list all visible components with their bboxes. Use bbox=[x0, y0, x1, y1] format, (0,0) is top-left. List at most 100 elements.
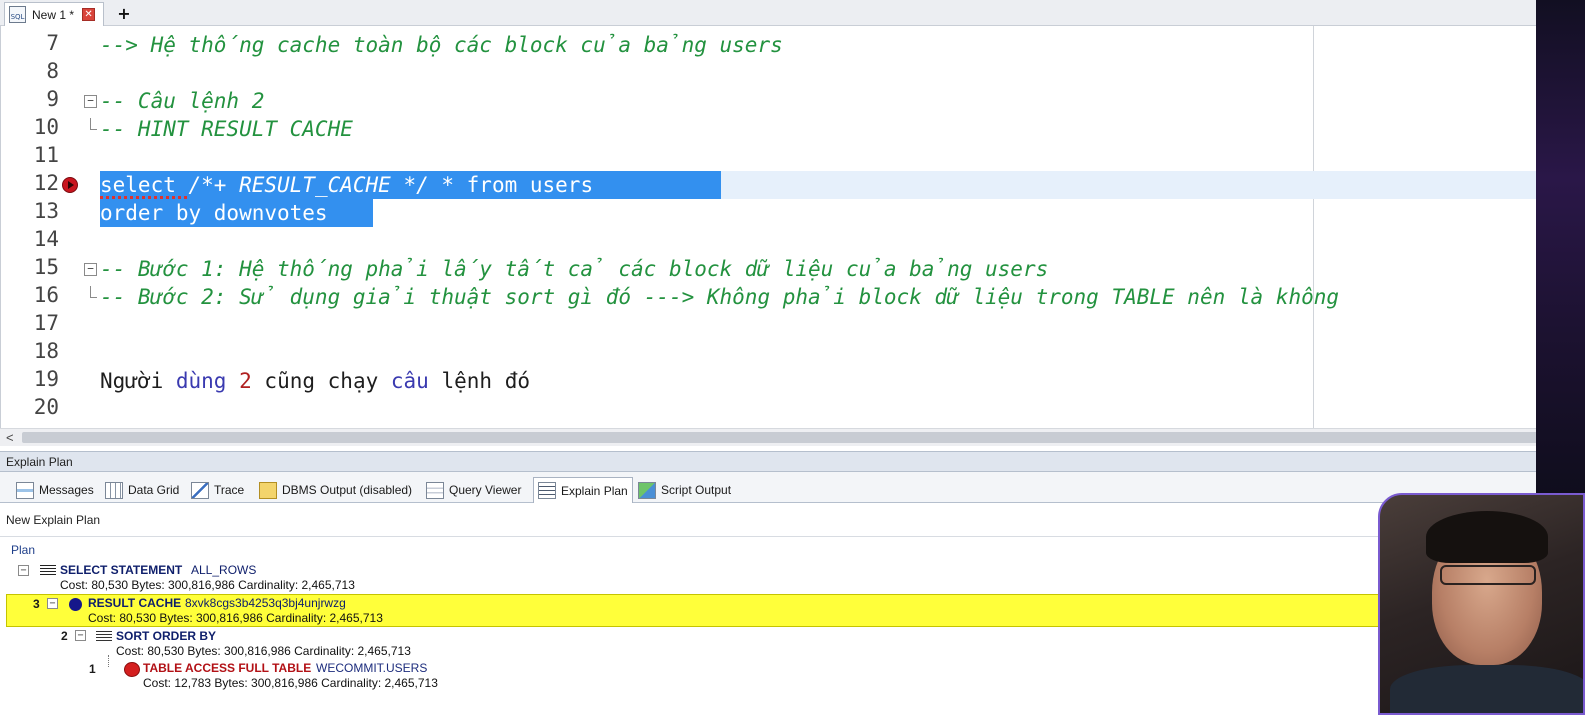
code-line: order by downvotes bbox=[100, 201, 328, 225]
line-number: 18 bbox=[33, 339, 59, 363]
tab-messages[interactable]: Messages bbox=[12, 477, 98, 503]
breakpoint-icon[interactable] bbox=[62, 177, 78, 193]
plan-operation: RESULT CACHE bbox=[88, 596, 182, 610]
sql-text: * from users bbox=[428, 173, 594, 197]
tab-label: Query Viewer bbox=[449, 483, 522, 497]
query-viewer-icon bbox=[426, 481, 444, 499]
code-line: --> Hệ thống cache toàn bộ các block của… bbox=[100, 33, 783, 57]
plan-object: 8xvk8cgs3b4253q3bj4unjrwzg bbox=[185, 596, 346, 610]
presenter-shirt bbox=[1390, 665, 1583, 713]
tab-script-output[interactable]: Script Output bbox=[634, 477, 735, 503]
line-number: 19 bbox=[33, 367, 59, 391]
code-number: 2 bbox=[239, 369, 252, 393]
script-output-icon bbox=[638, 481, 656, 499]
right-margin-guide bbox=[1313, 26, 1314, 428]
line-number: 13 bbox=[33, 199, 59, 223]
plan-stats: Cost: 12,783 Bytes: 300,816,986 Cardinal… bbox=[143, 676, 438, 690]
sql-hint-comment: /*+ RESULT_CACHE */ bbox=[188, 173, 429, 197]
code-word: cũng bbox=[264, 369, 315, 393]
data-grid-icon bbox=[105, 481, 123, 499]
messages-icon bbox=[16, 481, 34, 499]
plan-stats: Cost: 80,530 Bytes: 300,816,986 Cardinal… bbox=[116, 644, 411, 658]
line-number: 8 bbox=[46, 59, 59, 83]
plan-object: ALL_ROWS bbox=[191, 563, 257, 577]
tab-dbms-output[interactable]: DBMS Output (disabled) bbox=[255, 477, 416, 503]
fold-end-marker bbox=[90, 118, 97, 130]
document-tab[interactable]: SQL New 1 * ✕ bbox=[4, 2, 104, 26]
result-tabs: Messages Data Grid Trace DBMS Output (di… bbox=[0, 472, 1554, 503]
presenter-glasses bbox=[1440, 565, 1536, 585]
plan-step-number: 2 bbox=[61, 629, 68, 643]
tab-data-grid[interactable]: Data Grid bbox=[101, 477, 183, 503]
dbms-output-icon bbox=[259, 481, 277, 499]
plan-step-number: 1 bbox=[89, 662, 96, 676]
document-tab-title: New 1 * bbox=[32, 7, 75, 22]
tab-label: DBMS Output (disabled) bbox=[282, 483, 413, 497]
code-word: đó bbox=[504, 369, 531, 393]
table-access-icon bbox=[124, 662, 140, 677]
line-number: 17 bbox=[33, 311, 59, 335]
editor-horizontal-scrollbar[interactable]: < bbox=[0, 428, 1554, 446]
plan-stats: Cost: 80,530 Bytes: 300,816,986 Cardinal… bbox=[88, 611, 383, 625]
line-number: 15 bbox=[33, 255, 59, 279]
code-word: chạy bbox=[327, 369, 379, 393]
result-cache-icon bbox=[69, 598, 82, 611]
plan-step-number: 3 bbox=[33, 597, 40, 611]
divider bbox=[0, 536, 1380, 537]
sort-icon bbox=[96, 629, 112, 643]
tab-label: Messages bbox=[39, 483, 94, 497]
plan-object: WECOMMIT.USERS bbox=[316, 661, 428, 675]
code-line: -- Bước 2: Sử dụng giải thuật sort gì đó… bbox=[100, 285, 1340, 309]
tree-connector bbox=[108, 655, 109, 667]
tab-label: Trace bbox=[214, 483, 245, 497]
plan-operation: TABLE ACCESS FULL TABLE bbox=[143, 661, 312, 675]
presenter-hair bbox=[1426, 511, 1548, 563]
fold-toggle-icon[interactable]: − bbox=[84, 263, 97, 276]
line-number: 7 bbox=[46, 31, 59, 55]
code-word: câu bbox=[390, 369, 429, 393]
explain-plan-icon bbox=[538, 482, 556, 499]
sql-keyword: select bbox=[100, 173, 176, 197]
document-tab-bar: SQL New 1 * ✕ + bbox=[0, 0, 1585, 26]
code-line: Người dùng 2 cũng chạy câu lệnh đó bbox=[100, 367, 530, 395]
new-tab-button[interactable]: + bbox=[112, 3, 136, 24]
scroll-thumb[interactable] bbox=[22, 432, 1552, 443]
webcam-overlay bbox=[1378, 493, 1585, 715]
select-statement-icon bbox=[40, 563, 56, 577]
plan-column-header: Plan bbox=[11, 543, 36, 557]
sql-file-icon: SQL bbox=[9, 6, 26, 23]
tab-query-viewer[interactable]: Query Viewer bbox=[422, 477, 525, 503]
plan-operation: SELECT STATEMENT bbox=[60, 563, 183, 577]
tree-collapse-icon[interactable]: − bbox=[47, 598, 58, 609]
scroll-left-icon[interactable]: < bbox=[6, 429, 14, 446]
tab-label: Explain Plan bbox=[561, 483, 628, 498]
explain-plan-tree: New Explain Plan Plan − SELECT STATEMENT… bbox=[0, 503, 1380, 715]
fold-toggle-icon[interactable]: − bbox=[84, 95, 97, 108]
line-number: 16 bbox=[33, 283, 59, 307]
code-line: -- HINT RESULT CACHE bbox=[100, 117, 353, 141]
tree-collapse-icon[interactable]: − bbox=[75, 630, 86, 641]
new-explain-plan-label: New Explain Plan bbox=[6, 513, 101, 527]
tree-collapse-icon[interactable]: − bbox=[18, 565, 29, 576]
tab-explain-plan[interactable]: Explain Plan bbox=[533, 477, 633, 503]
line-number: 20 bbox=[33, 395, 59, 419]
code-word: Người bbox=[100, 369, 164, 393]
plan-stats: Cost: 80,530 Bytes: 300,816,986 Cardinal… bbox=[60, 578, 355, 592]
line-number: 9 bbox=[46, 87, 59, 111]
line-number: 14 bbox=[33, 227, 59, 251]
code-word: dùng bbox=[175, 369, 227, 393]
line-number: 12 bbox=[33, 171, 59, 195]
tab-label: Data Grid bbox=[128, 483, 180, 497]
panel-header: Explain Plan bbox=[0, 451, 1554, 472]
sql-editor[interactable]: 7 8 9 10 11 12 13 14 15 16 17 18 19 20 −… bbox=[0, 26, 1554, 428]
code-line: -- Câu lệnh 2 bbox=[100, 89, 265, 113]
tab-trace[interactable]: Trace bbox=[187, 477, 248, 503]
close-icon[interactable]: ✕ bbox=[82, 8, 96, 21]
line-number: 10 bbox=[33, 115, 59, 139]
code-word: lệnh bbox=[441, 369, 493, 393]
code-line: -- Bước 1: Hệ thống phải lấy tất cả các … bbox=[100, 257, 1049, 281]
trace-icon bbox=[191, 481, 209, 499]
plan-operation: SORT ORDER BY bbox=[116, 629, 217, 643]
tab-label: Script Output bbox=[661, 483, 732, 497]
panel-title: Explain Plan bbox=[6, 455, 73, 469]
